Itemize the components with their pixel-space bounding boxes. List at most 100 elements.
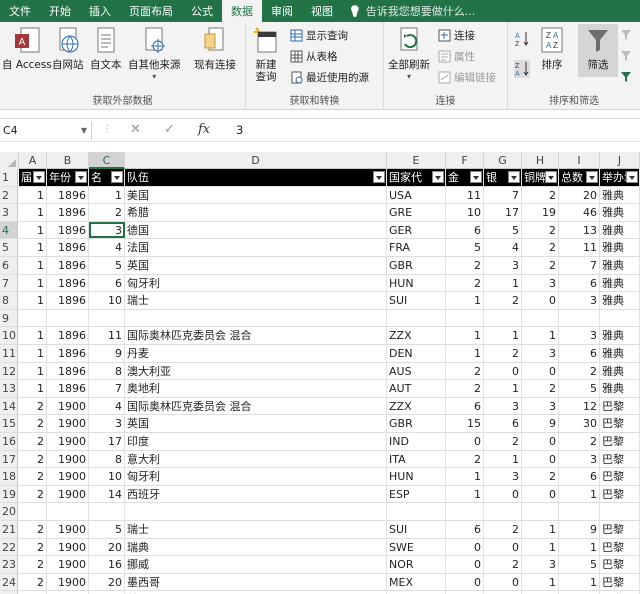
grid-cell[interactable]: 1 — [446, 292, 484, 309]
filter-dropdown-icon[interactable] — [75, 171, 87, 183]
insert-function-icon[interactable]: fx — [198, 122, 210, 137]
grid-cell[interactable]: 1900 — [47, 415, 89, 432]
grid-cell[interactable]: AUS — [387, 362, 446, 380]
column-header-D[interactable]: D — [125, 152, 387, 169]
grid-cell[interactable]: 2 — [446, 380, 484, 397]
column-header-J[interactable]: J — [600, 152, 640, 169]
formula-input[interactable]: 3 — [236, 123, 243, 137]
grid-cell[interactable]: 1900 — [47, 538, 89, 556]
filter-dropdown-icon[interactable] — [373, 171, 385, 183]
grid-cell[interactable]: 1896 — [47, 186, 89, 204]
grid-cell[interactable] — [446, 309, 484, 327]
row-header[interactable]: 16 — [0, 433, 18, 450]
grid-cell[interactable]: GBR — [387, 415, 446, 432]
grid-cell[interactable] — [89, 309, 125, 327]
grid-cell[interactable]: 1896 — [47, 380, 89, 397]
grid-cell[interactable] — [125, 503, 387, 520]
active-cell[interactable]: 3 — [89, 221, 125, 239]
tab-1[interactable]: 开始 — [40, 0, 80, 22]
grid-cell[interactable]: 雅典 — [600, 380, 640, 397]
column-title-cell[interactable]: 届 — [19, 169, 47, 186]
column-header-A[interactable]: A — [19, 152, 47, 169]
grid-cell[interactable]: 英国 — [125, 415, 387, 432]
grid-cell[interactable]: 9 — [89, 345, 125, 362]
grid-cell[interactable]: 13 — [559, 221, 600, 239]
grid-cell[interactable]: 意大利 — [125, 450, 387, 468]
grid-cell[interactable]: 雅典 — [600, 221, 640, 239]
show-queries-button[interactable]: 显示查询 — [290, 28, 348, 43]
grid-cell[interactable]: 2 — [89, 204, 125, 221]
grid-cell[interactable]: 8 — [89, 450, 125, 468]
row-header[interactable]: 23 — [0, 556, 18, 573]
grid-cell[interactable] — [559, 503, 600, 520]
column-header-G[interactable]: G — [484, 152, 522, 169]
column-header-F[interactable]: F — [446, 152, 484, 169]
grid-cell[interactable]: 5 — [484, 221, 522, 239]
grid-cell[interactable]: 2 — [19, 468, 47, 485]
enter-check-icon[interactable]: ✓ — [164, 122, 175, 137]
grid-cell[interactable]: 10 — [89, 468, 125, 485]
grid-cell[interactable]: 1 — [522, 573, 559, 591]
grid-cell[interactable]: SUI — [387, 292, 446, 309]
grid-cell[interactable]: 17 — [89, 433, 125, 450]
chevron-down-icon[interactable]: ▼ — [81, 122, 87, 140]
filter-dropdown-icon[interactable] — [626, 171, 638, 183]
column-title-cell[interactable]: 银 — [484, 169, 522, 186]
column-title-cell[interactable]: 举办城 — [600, 169, 640, 186]
grid-cell[interactable]: 2 — [19, 397, 47, 415]
grid-cell[interactable]: 4 — [89, 239, 125, 256]
tab-6[interactable]: 审阅 — [262, 0, 302, 22]
grid-cell[interactable]: 雅典 — [600, 204, 640, 221]
grid-cell[interactable]: 15 — [446, 415, 484, 432]
grid-cell[interactable]: 1900 — [47, 556, 89, 573]
grid-cell[interactable] — [387, 309, 446, 327]
filter-dropdown-icon[interactable] — [111, 171, 123, 183]
grid-cell[interactable]: 巴黎 — [600, 450, 640, 468]
grid-cell[interactable]: 11 — [446, 186, 484, 204]
grid-cell[interactable]: 印度 — [125, 433, 387, 450]
grid-cell[interactable]: 巴黎 — [600, 521, 640, 538]
row-header[interactable]: 22 — [0, 538, 18, 556]
grid-cell[interactable] — [484, 309, 522, 327]
grid-cell[interactable]: 1 — [19, 345, 47, 362]
cancel-icon[interactable]: ✕ — [130, 122, 141, 137]
grid-cell[interactable]: 英国 — [125, 257, 387, 274]
grid-cell[interactable]: 巴黎 — [600, 415, 640, 432]
grid-cell[interactable]: 1896 — [47, 221, 89, 239]
grid-cell[interactable] — [47, 503, 89, 520]
grid-cell[interactable]: 2 — [19, 573, 47, 591]
grid-cell[interactable]: 6 — [559, 274, 600, 292]
column-title-cell[interactable]: 金 — [446, 169, 484, 186]
tab-4[interactable]: 公式 — [182, 0, 222, 22]
from-text-button[interactable]: 自文本 — [90, 26, 122, 71]
grid-cell[interactable]: 1 — [446, 345, 484, 362]
grid-cell[interactable]: 9 — [522, 415, 559, 432]
grid-cell[interactable]: 雅典 — [600, 257, 640, 274]
filter-dropdown-icon[interactable] — [432, 171, 444, 183]
grid-cell[interactable]: 1 — [522, 538, 559, 556]
grid-cell[interactable] — [47, 309, 89, 327]
grid-cell[interactable]: 巴黎 — [600, 468, 640, 485]
grid-cell[interactable]: 2 — [19, 485, 47, 503]
grid-cell[interactable]: 0 — [522, 485, 559, 503]
grid-cell[interactable]: 挪威 — [125, 556, 387, 573]
name-box[interactable]: C4 ▼ — [0, 122, 92, 140]
grid-cell[interactable]: 1900 — [47, 485, 89, 503]
grid-cell[interactable]: 1896 — [47, 274, 89, 292]
grid-cell[interactable]: 奥地利 — [125, 380, 387, 397]
row-header[interactable]: 24 — [0, 573, 18, 591]
grid-cell[interactable]: 1 — [19, 362, 47, 380]
grid-cell[interactable]: 3 — [484, 468, 522, 485]
grid-cell[interactable] — [19, 309, 47, 327]
grid-cell[interactable]: 2 — [446, 274, 484, 292]
grid-cell[interactable]: 0 — [522, 433, 559, 450]
grid-cell[interactable]: ZZX — [387, 397, 446, 415]
grid-cell[interactable]: 2 — [484, 433, 522, 450]
filter-dropdown-icon[interactable] — [508, 171, 520, 183]
grid-cell[interactable]: 德国 — [125, 221, 387, 239]
grid-cell[interactable]: 12 — [559, 397, 600, 415]
grid-cell[interactable]: 国际奥林匹克委员会 混合 — [125, 397, 387, 415]
existing-connections-button[interactable]: 现有连接 — [194, 26, 236, 71]
grid-cell[interactable]: 1900 — [47, 397, 89, 415]
select-all-corner[interactable] — [0, 152, 19, 169]
